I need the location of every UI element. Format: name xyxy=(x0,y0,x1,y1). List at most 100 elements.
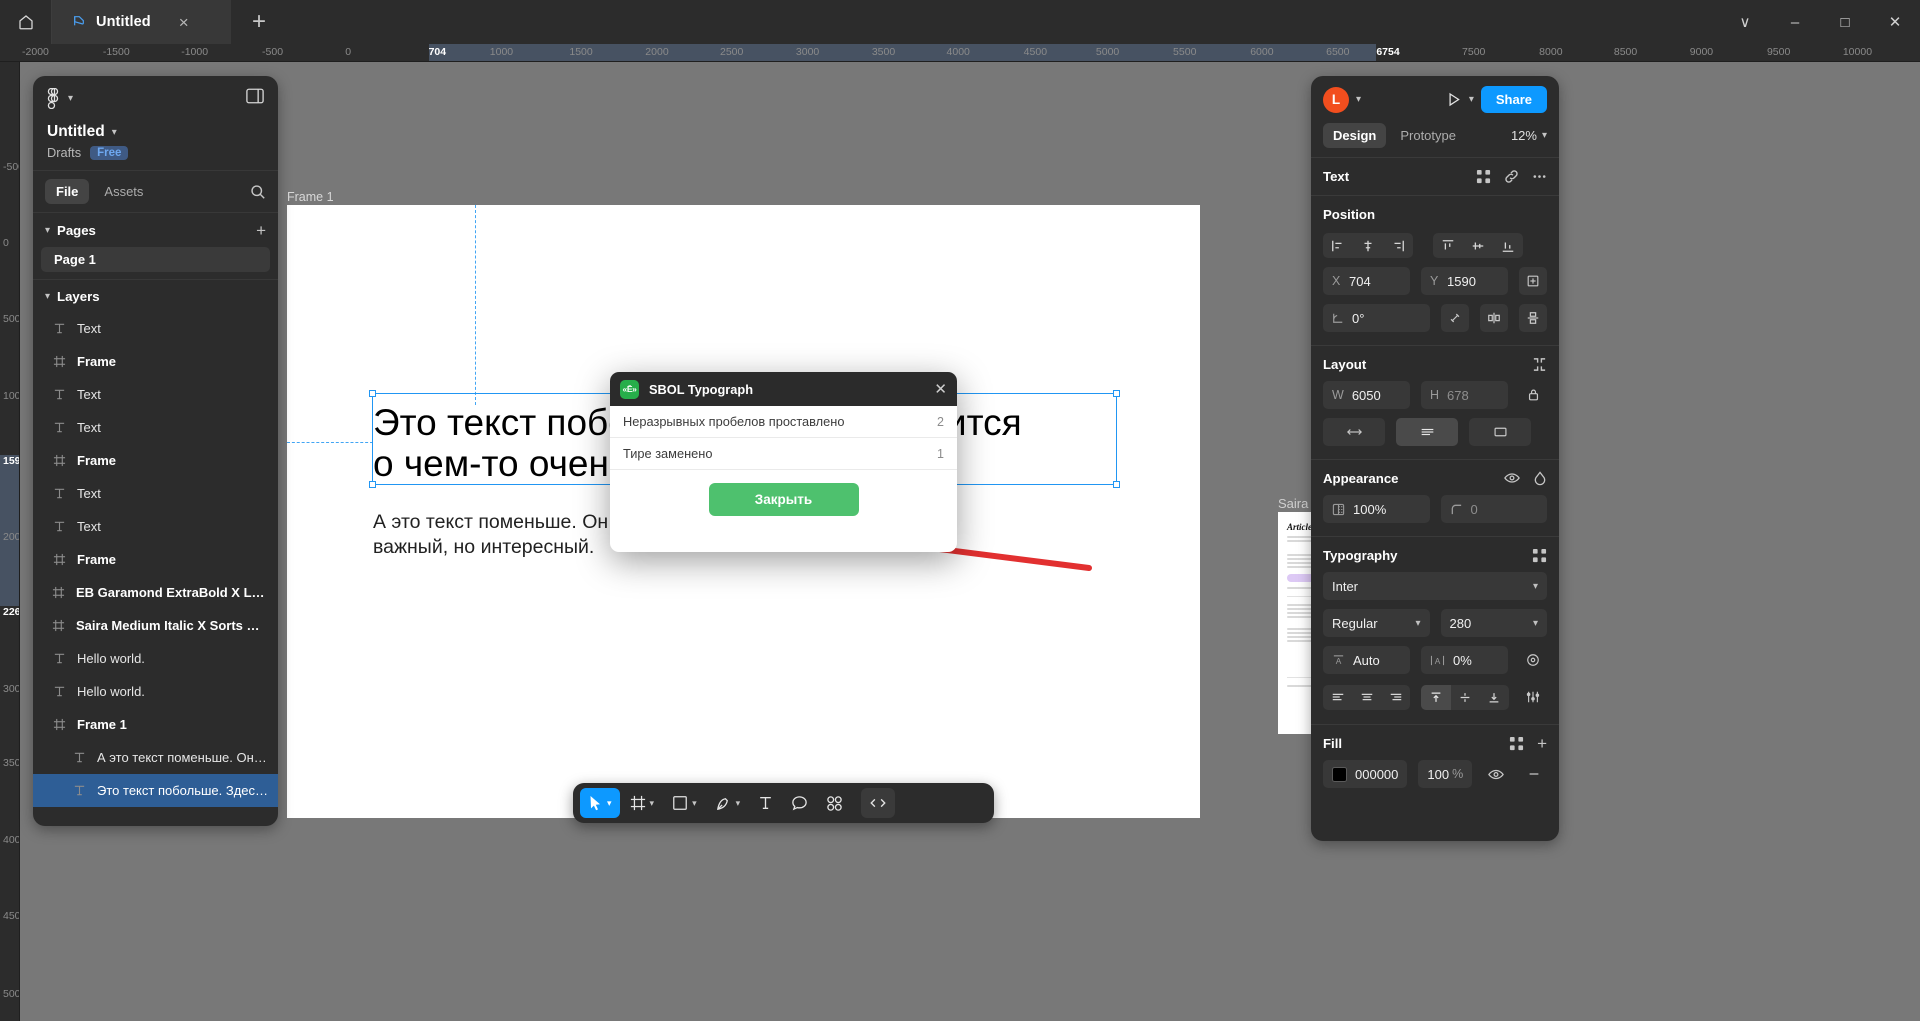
layer-item[interactable]: Hello world. xyxy=(33,675,278,708)
dev-mode-tool[interactable] xyxy=(861,788,896,818)
layer-item[interactable]: Text xyxy=(33,312,278,345)
canvas-text-small-line2[interactable]: важный, но интересный. xyxy=(373,535,594,561)
home-button[interactable] xyxy=(0,0,52,44)
file-name-row[interactable]: Untitled ▾ xyxy=(47,123,264,141)
grid-icon[interactable] xyxy=(1476,169,1491,184)
eye-icon[interactable] xyxy=(1504,471,1520,486)
page-item-page-1[interactable]: Page 1 xyxy=(41,247,270,272)
canvas-viewport[interactable]: Frame 1 Это текст побольше. Здесь говори… xyxy=(20,62,1920,1021)
layers-section-header[interactable]: ▾ Layers xyxy=(33,279,278,312)
more-icon[interactable] xyxy=(1532,169,1547,184)
height-input[interactable]: H 678 xyxy=(1421,381,1508,409)
frame-label[interactable]: Frame 1 xyxy=(287,190,334,204)
type-detail-icon[interactable] xyxy=(1519,646,1547,674)
frame-tool[interactable]: ▾ xyxy=(622,788,663,818)
window-minimize-button[interactable]: – xyxy=(1770,0,1820,44)
figma-menu-button[interactable]: ▾ xyxy=(47,88,73,109)
layer-item[interactable]: Frame 1 xyxy=(33,708,278,741)
align-right-icon[interactable] xyxy=(1383,233,1413,258)
text-bottom-icon[interactable] xyxy=(1480,685,1509,710)
layer-item[interactable]: Frame xyxy=(33,345,278,378)
fill-opacity-input[interactable]: 100 % xyxy=(1418,760,1473,789)
layer-item[interactable]: Text xyxy=(33,477,278,510)
new-tab-button[interactable]: + xyxy=(232,0,286,44)
align-middle-icon[interactable] xyxy=(1463,233,1493,258)
type-settings-icon[interactable] xyxy=(1532,548,1547,563)
blend-mode-icon[interactable] xyxy=(1533,471,1547,486)
plan-badge[interactable]: Free xyxy=(90,145,129,160)
advanced-type-icon[interactable] xyxy=(1520,683,1547,711)
style-icon[interactable] xyxy=(1509,736,1524,751)
layer-item[interactable]: Это текст побольше. Здесь г… xyxy=(33,774,278,807)
align-center-h-icon[interactable] xyxy=(1353,233,1383,258)
font-style-select[interactable]: Regular ▾ xyxy=(1323,609,1430,637)
layers-list[interactable]: Text Frame Text Text Frame Text Text Frame EB Ga… xyxy=(33,312,278,826)
link-icon[interactable] xyxy=(1504,169,1519,184)
text-align-left-icon[interactable] xyxy=(1323,685,1352,710)
opacity-input[interactable]: 100% xyxy=(1323,495,1430,523)
tab-file[interactable]: File xyxy=(45,179,90,204)
move-tool[interactable]: ▾ xyxy=(580,788,620,818)
tab-design[interactable]: Design xyxy=(1323,123,1387,148)
horizontal-ruler[interactable]: -2000 -1500 -1000 -500 0 704 1000 1500 2000 2500 3… xyxy=(0,44,1920,62)
hug-horizontal-icon[interactable] xyxy=(1323,418,1385,446)
add-page-button[interactable]: + xyxy=(256,222,266,239)
comment-tool[interactable] xyxy=(783,788,816,818)
align-bottom-icon[interactable] xyxy=(1493,233,1523,258)
text-align-center-icon[interactable] xyxy=(1352,685,1381,710)
lock-aspect-icon[interactable] xyxy=(1519,381,1547,409)
shape-tool[interactable]: ▾ xyxy=(664,788,705,818)
add-fill-button[interactable]: + xyxy=(1537,735,1547,752)
layer-item[interactable]: Hello world. xyxy=(33,642,278,675)
text-middle-icon[interactable] xyxy=(1451,685,1480,710)
actions-tool[interactable] xyxy=(818,788,851,818)
x-position-input[interactable]: X 704 xyxy=(1323,267,1410,295)
corner-radius-input[interactable]: 0 xyxy=(1440,495,1547,523)
share-button[interactable]: Share xyxy=(1480,86,1547,113)
avatar[interactable]: L xyxy=(1323,86,1349,113)
window-close-button[interactable]: ✕ xyxy=(1870,0,1920,44)
align-left-icon[interactable] xyxy=(1323,233,1353,258)
tab-list-chevron-icon[interactable]: ∨ xyxy=(1720,0,1770,44)
corner-radius-icon[interactable] xyxy=(1441,304,1469,332)
search-button[interactable] xyxy=(250,184,266,200)
tab-assets[interactable]: Assets xyxy=(93,179,154,204)
text-top-icon[interactable] xyxy=(1421,684,1451,710)
width-input[interactable]: W 6050 xyxy=(1323,381,1410,409)
align-top-icon[interactable] xyxy=(1433,233,1463,258)
flip-vertical-icon[interactable] xyxy=(1519,304,1547,332)
letter-spacing-input[interactable]: A 0% xyxy=(1421,646,1508,674)
pages-section-header[interactable]: ▾ Pages + xyxy=(33,212,278,247)
y-position-input[interactable]: Y 1590 xyxy=(1421,267,1508,295)
layer-item[interactable]: Frame xyxy=(33,444,278,477)
layer-item[interactable]: Text xyxy=(33,378,278,411)
collapse-icon[interactable] xyxy=(1532,357,1547,372)
file-tab[interactable]: Untitled × xyxy=(52,0,232,44)
color-swatch[interactable] xyxy=(1332,766,1347,782)
fill-remove-icon[interactable] xyxy=(1521,760,1547,788)
layer-item[interactable]: EB Garamond ExtraBold X Lora Re… xyxy=(33,576,278,609)
fill-container-icon[interactable] xyxy=(1469,418,1531,446)
fill-color-input[interactable]: 000000 xyxy=(1323,760,1408,789)
close-button[interactable]: Закрыть xyxy=(708,483,859,516)
font-family-select[interactable]: Inter ▾ xyxy=(1323,572,1547,600)
line-height-input[interactable]: A Auto xyxy=(1323,646,1410,674)
close-icon[interactable]: ✕ xyxy=(934,382,947,397)
avatar-chevron-down-icon[interactable]: ▾ xyxy=(1356,94,1361,105)
present-button[interactable]: ▾ xyxy=(1445,91,1474,108)
zoom-control[interactable]: 12% ▾ xyxy=(1511,128,1547,143)
text-tool[interactable] xyxy=(750,788,781,818)
layer-item[interactable]: Frame xyxy=(33,543,278,576)
layer-item[interactable]: Saira Medium Italic X Sorts Mill G… xyxy=(33,609,278,642)
vertical-ruler[interactable]: -500 0 500 1000 1590 2000 2268 3000 3500 4000 4500… xyxy=(0,62,20,1021)
pen-tool[interactable]: ▾ xyxy=(707,788,749,818)
window-maximize-button[interactable]: □ xyxy=(1820,0,1870,44)
layer-item[interactable]: Text xyxy=(33,411,278,444)
fixed-width-icon[interactable] xyxy=(1396,418,1458,446)
font-size-select[interactable]: 280 ▾ xyxy=(1440,609,1547,637)
text-align-right-icon[interactable] xyxy=(1381,685,1410,710)
flip-horizontal-icon[interactable] xyxy=(1480,304,1508,332)
constraints-icon[interactable] xyxy=(1519,267,1547,295)
file-tab-close-icon[interactable]: × xyxy=(179,14,189,31)
layer-item[interactable]: Text xyxy=(33,510,278,543)
